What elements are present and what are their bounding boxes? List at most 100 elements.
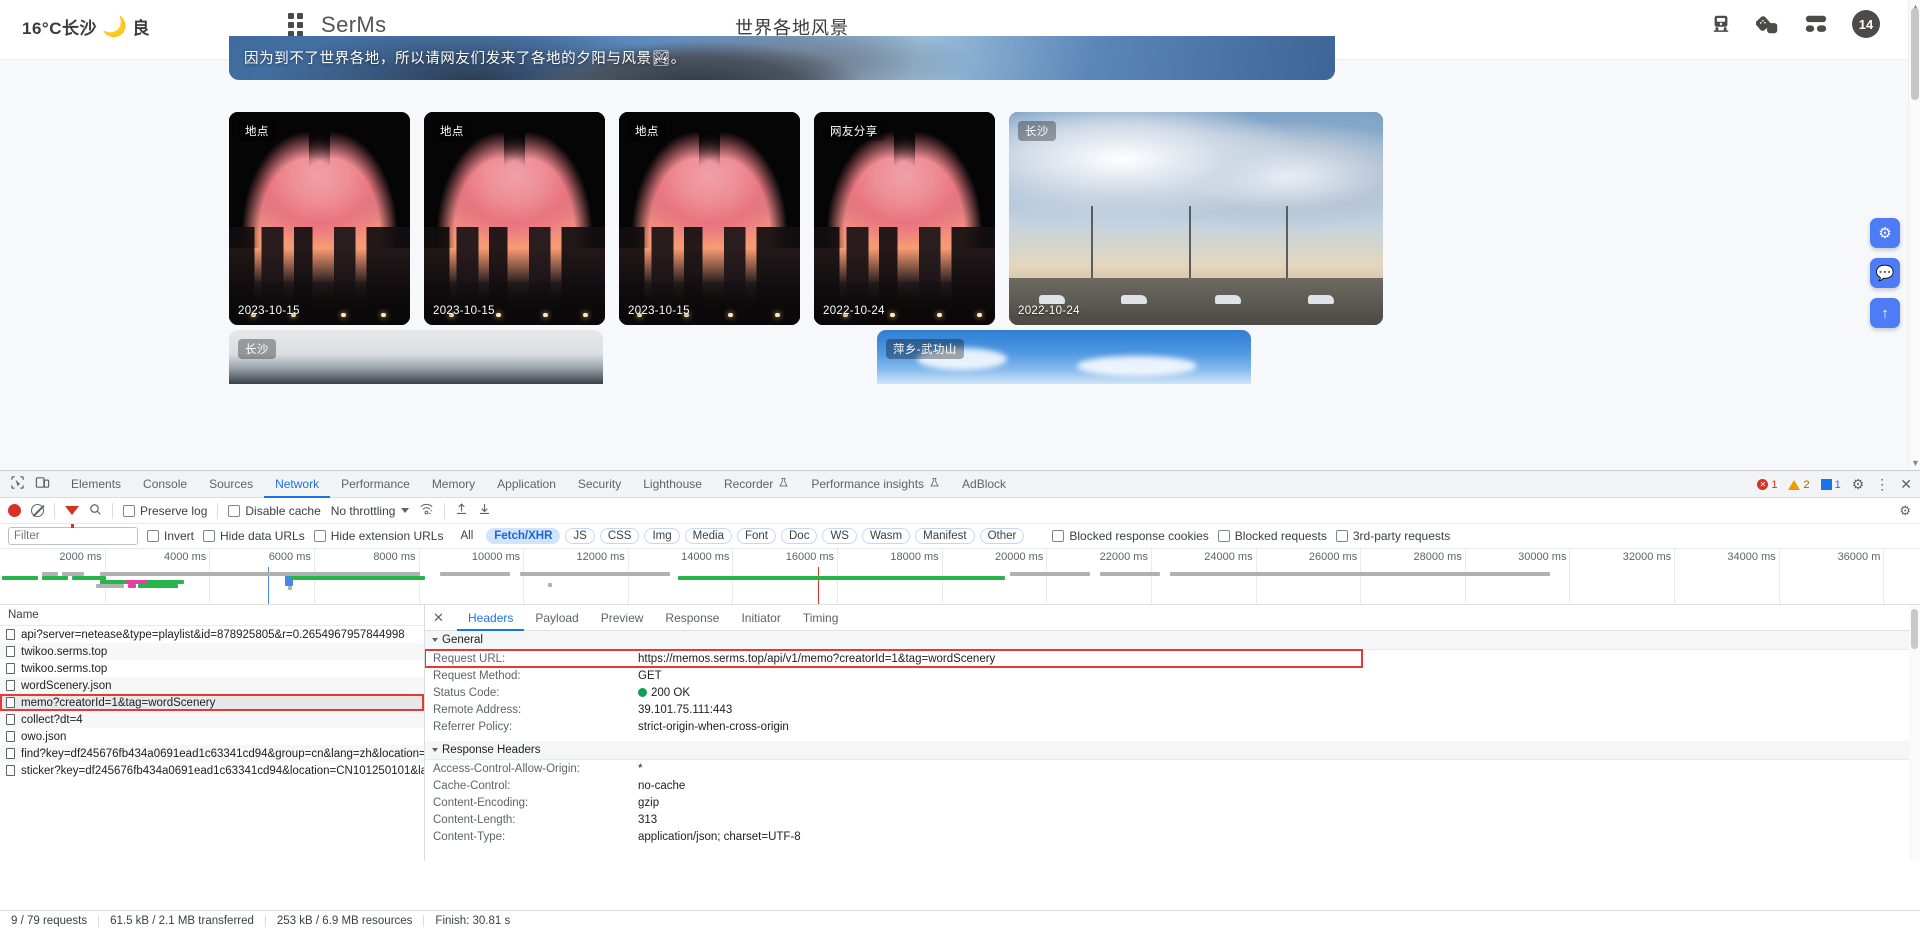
network-conditions-icon[interactable] bbox=[419, 502, 434, 519]
chat-icon[interactable]: 💬 bbox=[1870, 258, 1900, 288]
network-settings-gear-icon[interactable]: ⚙ bbox=[1899, 503, 1911, 519]
info-counter[interactable]: 1 bbox=[1820, 478, 1841, 491]
invert-checkbox[interactable]: Invert bbox=[147, 529, 194, 543]
type-filter-js[interactable]: JS bbox=[565, 528, 595, 544]
third-party-requests-checkbox[interactable]: 3rd-party requests bbox=[1335, 529, 1450, 543]
request-row[interactable]: twikoo.serms.top bbox=[0, 660, 424, 677]
type-filter-fetch-xhr[interactable]: Fetch/XHR bbox=[486, 528, 561, 544]
photo-card[interactable]: 萍乡-武功山 bbox=[877, 330, 1251, 384]
header-value: 313 bbox=[638, 813, 658, 826]
request-row[interactable]: sticker?key=df245676fb434a0691ead1c63341… bbox=[0, 762, 424, 779]
disable-cache-checkbox[interactable]: Disable cache bbox=[228, 504, 321, 518]
devtools-tab-performance[interactable]: Performance bbox=[330, 471, 421, 498]
photo-card[interactable]: 地点 2023-10-15 bbox=[619, 112, 800, 325]
request-list-pane: Name api?server=netease&type=playlist&id… bbox=[0, 605, 425, 861]
general-section-header[interactable]: General bbox=[425, 631, 1920, 650]
train-icon[interactable] bbox=[1710, 13, 1732, 35]
inspect-element-icon[interactable] bbox=[10, 475, 25, 493]
photo-card[interactable]: 网友分享 2022-10-24 bbox=[814, 112, 995, 325]
detail-tab-response[interactable]: Response bbox=[654, 605, 730, 631]
request-row[interactable]: twikoo.serms.top bbox=[0, 643, 424, 660]
network-overview-timeline[interactable]: 2000 ms 4000 ms 6000 ms 8000 ms 10000 ms 1200… bbox=[0, 549, 1920, 605]
export-har-icon[interactable] bbox=[478, 502, 491, 519]
warning-counter[interactable]: 2 bbox=[1788, 479, 1810, 491]
filter-input[interactable] bbox=[8, 527, 138, 545]
blocked-requests-checkbox[interactable]: Blocked requests bbox=[1217, 529, 1327, 543]
request-list-header[interactable]: Name bbox=[0, 605, 424, 626]
detail-scrollbar-thumb[interactable] bbox=[1911, 609, 1918, 649]
divider bbox=[217, 502, 219, 519]
throttling-dropdown[interactable]: No throttling bbox=[331, 504, 410, 518]
detail-tab-initiator[interactable]: Initiator bbox=[730, 605, 791, 631]
type-filter-wasm[interactable]: Wasm bbox=[861, 528, 911, 544]
response-headers-section-header[interactable]: Response Headers bbox=[425, 741, 1920, 760]
timeline-tick-label: 16000 ms bbox=[785, 551, 835, 563]
devtools-tab-sources[interactable]: Sources bbox=[198, 471, 264, 498]
devtools-tab-console[interactable]: Console bbox=[132, 471, 198, 498]
type-filter-media[interactable]: Media bbox=[684, 528, 732, 544]
page-scrollbar[interactable]: ▲ ▼ bbox=[1908, 0, 1920, 470]
error-counter[interactable]: ✕ 1 bbox=[1757, 479, 1777, 491]
preserve-log-checkbox[interactable]: Preserve log bbox=[123, 504, 207, 518]
clear-icon[interactable] bbox=[31, 504, 44, 517]
type-filter-font[interactable]: Font bbox=[736, 528, 776, 544]
page-scrollbar-thumb[interactable] bbox=[1911, 8, 1919, 100]
devtools-tab-label: AdBlock bbox=[962, 476, 1007, 491]
general-section-label: General bbox=[442, 633, 483, 646]
request-row[interactable]: memo?creatorId=1&tag=wordScenery bbox=[0, 694, 424, 711]
devtools-tab-adblock[interactable]: AdBlock bbox=[951, 471, 1017, 498]
arrow-up-icon[interactable]: ↑ bbox=[1870, 298, 1900, 328]
detail-tab-timing[interactable]: Timing bbox=[792, 605, 850, 631]
type-filter-doc[interactable]: Doc bbox=[781, 528, 818, 544]
devtools-tab-security[interactable]: Security bbox=[567, 471, 632, 498]
brand-area[interactable]: SerMs bbox=[288, 12, 387, 38]
devtools-tab-lighthouse[interactable]: Lighthouse bbox=[632, 471, 713, 498]
import-har-icon[interactable] bbox=[455, 502, 468, 519]
gear-icon[interactable]: ⚙ bbox=[1870, 218, 1900, 248]
close-icon[interactable]: ✕ bbox=[433, 610, 449, 626]
request-row[interactable]: collect?dt=4 bbox=[0, 711, 424, 728]
request-row[interactable]: wordScenery.json bbox=[0, 677, 424, 694]
record-stop-icon[interactable] bbox=[8, 504, 21, 517]
type-filter-all[interactable]: All bbox=[452, 528, 482, 544]
request-row[interactable]: api?server=netease&type=playlist&id=8789… bbox=[0, 626, 424, 643]
grid-menu-icon[interactable] bbox=[288, 13, 303, 37]
devtools-tab-performance-insights[interactable]: Performance insights bbox=[800, 471, 951, 498]
devtools-tab-application[interactable]: Application bbox=[486, 471, 567, 498]
blocked-response-cookies-checkbox[interactable]: Blocked response cookies bbox=[1052, 529, 1209, 543]
hide-extension-urls-checkbox[interactable]: Hide extension URLs bbox=[313, 529, 443, 543]
hide-data-urls-checkbox[interactable]: Hide data URLs bbox=[203, 529, 305, 543]
devtools-tab-memory[interactable]: Memory bbox=[421, 471, 486, 498]
photo-pole bbox=[1285, 205, 1288, 279]
detail-tab-payload[interactable]: Payload bbox=[524, 605, 589, 631]
type-filter-manifest[interactable]: Manifest bbox=[915, 528, 975, 544]
scroll-down-arrow[interactable]: ▼ bbox=[1911, 458, 1920, 468]
request-detail-tabs: ✕ Headers Payload Preview Response Initiator… bbox=[425, 605, 1920, 631]
device-toolbar-icon[interactable] bbox=[35, 475, 50, 493]
type-filter-other[interactable]: Other bbox=[979, 528, 1025, 544]
photo-card[interactable]: 地点 2023-10-15 bbox=[424, 112, 605, 325]
detail-tab-preview[interactable]: Preview bbox=[590, 605, 655, 631]
gear-icon[interactable]: ⚙ bbox=[1852, 476, 1865, 493]
type-filter-css[interactable]: CSS bbox=[599, 528, 640, 544]
more-vertical-icon[interactable]: ⋮ bbox=[1875, 476, 1889, 493]
type-filter-ws[interactable]: WS bbox=[822, 528, 857, 544]
search-icon[interactable] bbox=[89, 503, 102, 519]
close-icon[interactable]: ✕ bbox=[1900, 476, 1912, 493]
photo-card[interactable]: 长沙 bbox=[229, 330, 603, 384]
layout-icon[interactable] bbox=[1804, 13, 1828, 35]
detail-scrollbar[interactable] bbox=[1909, 605, 1920, 861]
devtools-tab-network[interactable]: Network bbox=[264, 471, 330, 498]
info-count: 1 bbox=[1834, 478, 1841, 491]
devtools-tab-recorder[interactable]: Recorder bbox=[713, 471, 800, 498]
devtools-tab-elements[interactable]: Elements bbox=[60, 471, 132, 498]
photo-card[interactable]: 地点 2023-10-15 bbox=[229, 112, 410, 325]
request-row[interactable]: find?key=df245676fb434a0691ead1c63341cd9… bbox=[0, 745, 424, 762]
type-filter-img[interactable]: Img bbox=[644, 528, 680, 544]
dice-icon[interactable] bbox=[1756, 12, 1780, 36]
photo-card[interactable]: 长沙 2022-10-24 bbox=[1009, 112, 1383, 325]
detail-tab-headers[interactable]: Headers bbox=[457, 605, 524, 631]
request-row[interactable]: owo.json bbox=[0, 728, 424, 745]
filter-icon[interactable] bbox=[65, 506, 79, 528]
notification-count-badge[interactable]: 14 bbox=[1852, 10, 1880, 38]
